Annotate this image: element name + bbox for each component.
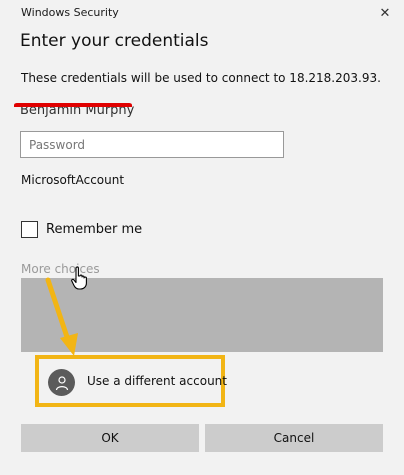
account-type-label: MicrosoftAccount: [21, 173, 125, 187]
person-glyph: [55, 375, 68, 390]
remember-me-checkbox[interactable]: [21, 221, 38, 238]
ok-button[interactable]: OK: [21, 424, 199, 452]
use-different-account-option[interactable]: Use a different account: [35, 355, 227, 407]
window-title: Windows Security: [21, 6, 119, 19]
connection-description: These credentials will be used to connec…: [21, 71, 381, 85]
dialog-heading: Enter your credentials: [20, 31, 209, 51]
use-different-account-label: Use a different account: [87, 374, 227, 388]
remember-me-label[interactable]: Remember me: [46, 222, 142, 237]
hand-cursor-icon: [71, 266, 87, 290]
person-icon: [48, 369, 75, 396]
close-button[interactable]: ✕: [370, 0, 400, 26]
close-icon: ✕: [379, 5, 391, 21]
redaction-mark: [14, 103, 132, 117]
password-input[interactable]: [20, 131, 284, 158]
cancel-button[interactable]: Cancel: [205, 424, 383, 452]
